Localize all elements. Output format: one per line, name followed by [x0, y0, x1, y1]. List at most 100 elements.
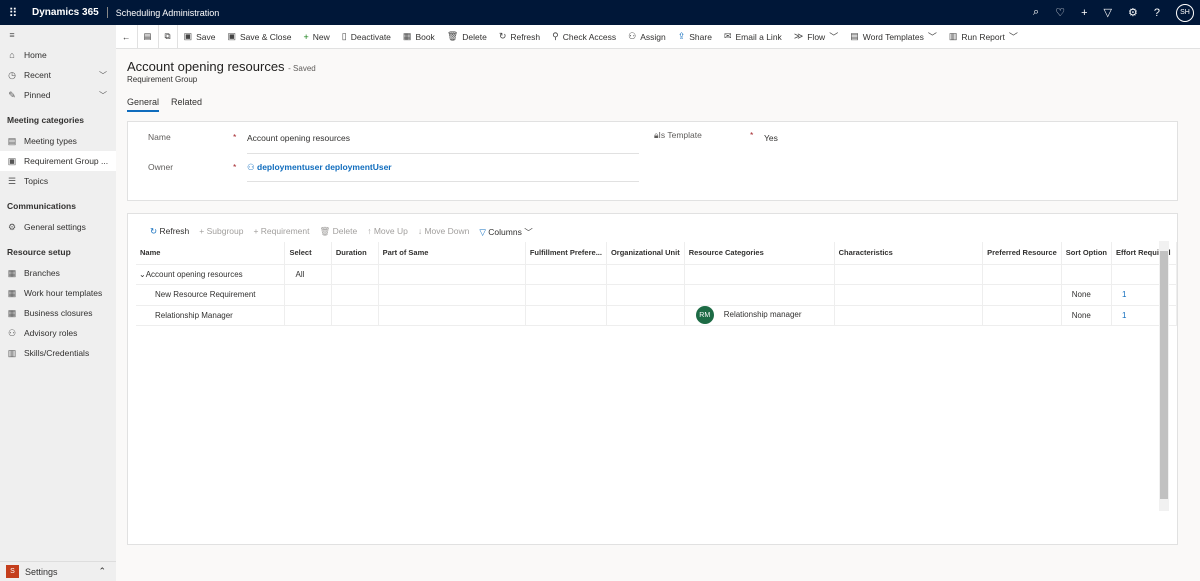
- sidebar-item-branches[interactable]: ▦ Branches: [0, 263, 116, 283]
- column-header[interactable]: Resource Categories: [684, 242, 835, 265]
- word-templates-button[interactable]: ▤ Word Templates ﹀: [844, 25, 943, 49]
- chevron-down-icon[interactable]: ﹀: [99, 70, 107, 81]
- app-launcher-icon[interactable]: ⠿: [0, 6, 26, 20]
- sidebar-item-pinned[interactable]: ✎ Pinned ﹀: [0, 85, 116, 105]
- owner-link[interactable]: deploymentuser deploymentUser: [257, 162, 392, 172]
- app-name[interactable]: Scheduling Administration: [108, 8, 220, 18]
- add-requirement-button[interactable]: + Requirement: [253, 226, 309, 238]
- plus-icon[interactable]: +: [1081, 7, 1087, 19]
- sort-option-cell[interactable]: None: [1061, 284, 1113, 306]
- grid-refresh-button[interactable]: ↻ Refresh: [150, 226, 189, 238]
- pin-icon: ✎: [8, 89, 16, 100]
- lightbulb-icon[interactable]: ♡: [1055, 6, 1065, 19]
- name-cell[interactable]: ⌄Account opening resources: [136, 264, 286, 285]
- sidebar-item-general-settings[interactable]: ⚙ General settings: [0, 217, 116, 237]
- flow-icon: ≫: [793, 31, 804, 41]
- label: Work hour templates: [24, 288, 103, 298]
- calendar-icon: ▦: [7, 307, 17, 318]
- column-header[interactable]: Name: [136, 242, 286, 265]
- required-marker: *: [233, 132, 237, 142]
- email-link-button[interactable]: ✉ Email a Link: [718, 25, 788, 49]
- sidebar-item-meeting-types[interactable]: ▤ Meeting types: [0, 131, 116, 151]
- grid-delete-button[interactable]: 🗑 Delete: [319, 226, 357, 238]
- column-header[interactable]: Preferred Resource: [982, 242, 1062, 265]
- flow-button[interactable]: ≫ Flow ﹀: [788, 25, 844, 49]
- column-header[interactable]: Select: [284, 242, 332, 265]
- move-down-button[interactable]: ↓ Move Down: [418, 226, 470, 238]
- columns-button[interactable]: ▽ Columns ﹀: [479, 226, 532, 238]
- avatar[interactable]: SH: [1176, 3, 1194, 22]
- book-button[interactable]: ▦ Book: [397, 25, 441, 49]
- sidebar-item-recent[interactable]: ◷ Recent ﹀: [0, 65, 116, 85]
- table-row[interactable]: New Resource Requirement None 1: [136, 284, 1177, 306]
- column-header[interactable]: Sort Option: [1061, 242, 1113, 265]
- chevron-down-icon[interactable]: ⌄: [139, 270, 146, 279]
- refresh-button[interactable]: ↻ Refresh: [493, 25, 546, 49]
- sort-option-cell[interactable]: None: [1061, 305, 1113, 326]
- brand[interactable]: Dynamics 365: [26, 7, 108, 18]
- open-new-window-button[interactable]: ⧉: [159, 24, 178, 49]
- hamburger-icon: ≡: [9, 30, 15, 40]
- help-icon[interactable]: ?: [1154, 7, 1160, 19]
- move-up-button[interactable]: ↑ Move Up: [367, 226, 408, 238]
- check-access-button[interactable]: ⚲ Check Access: [546, 25, 622, 49]
- share-icon: ⇪: [677, 31, 686, 41]
- tab-related[interactable]: Related: [171, 97, 202, 112]
- name-label: Name: [148, 132, 171, 142]
- word-icon: ▤: [850, 31, 859, 41]
- tab-general[interactable]: General: [127, 97, 160, 112]
- template-label-text: Is Template: [658, 130, 702, 140]
- owner-label: Owner: [148, 162, 174, 172]
- assign-button[interactable]: ⚇ Assign: [622, 25, 672, 49]
- label: General settings: [24, 222, 86, 232]
- general-section: Name * Account opening resources Owner *…: [127, 121, 1178, 201]
- name-cell[interactable]: Relationship Manager: [136, 305, 286, 326]
- column-header[interactable]: Organizational Unit: [606, 242, 685, 265]
- label: Save & Close: [240, 31, 292, 42]
- table-row[interactable]: ⌄Account opening resources All: [136, 264, 1177, 285]
- run-report-button[interactable]: ▥ Run Report ﹀: [943, 25, 1024, 49]
- scrollbar-thumb[interactable]: [1160, 251, 1168, 499]
- column-header[interactable]: Duration: [331, 242, 379, 265]
- new-button[interactable]: + New: [298, 25, 336, 49]
- label: Requirement: [260, 226, 310, 236]
- sidebar-item-topics[interactable]: ☰ Topics: [0, 171, 116, 191]
- clock-icon: ◷: [8, 69, 16, 80]
- column-header[interactable]: Characteristics: [834, 242, 984, 265]
- resource-category-cell[interactable]: RM Relationship manager: [684, 305, 835, 326]
- area-switcher[interactable]: S Settings ⌃: [0, 561, 116, 581]
- select-cell[interactable]: All: [284, 264, 332, 285]
- search-icon[interactable]: ⌕: [1033, 6, 1039, 19]
- gear-icon[interactable]: ⚙: [1128, 6, 1138, 19]
- sidebar-item-advisory-roles[interactable]: ⚇ Advisory roles: [0, 323, 116, 343]
- table-row[interactable]: Relationship Manager RM Relationship mana…: [136, 305, 1177, 326]
- save-close-button[interactable]: ▣ Save & Close: [222, 25, 298, 49]
- sidebar-item-business-closures[interactable]: ▦ Business closures: [0, 303, 116, 323]
- entity-name: Requirement Group: [127, 75, 198, 84]
- sidebar-item-home[interactable]: ⌂ Home: [0, 45, 116, 65]
- vertical-scrollbar[interactable]: [1159, 241, 1169, 511]
- owner-field[interactable]: ⚇ deploymentuser deploymentUser: [247, 162, 639, 182]
- sidebar-item-skills[interactable]: ▥ Skills/Credentials: [0, 343, 116, 363]
- name-field[interactable]: Account opening resources: [247, 133, 639, 154]
- sidebar-item-work-hour-templates[interactable]: ▦ Work hour templates: [0, 283, 116, 303]
- back-button[interactable]: ←: [116, 24, 138, 49]
- delete-button[interactable]: 🗑 Delete: [441, 25, 493, 49]
- sidebar-item-requirement-group[interactable]: ▣ Requirement Group ...: [0, 151, 116, 171]
- label: Refresh: [159, 226, 190, 236]
- label: Delete: [462, 31, 487, 42]
- save-button[interactable]: ▣ Save: [178, 25, 222, 49]
- column-header[interactable]: Fulfillment Prefere...: [525, 242, 607, 265]
- label: Home: [24, 50, 47, 60]
- name-cell[interactable]: New Resource Requirement: [136, 284, 286, 306]
- template-value[interactable]: Yes: [764, 133, 778, 143]
- share-button[interactable]: ⇪ Share: [672, 25, 718, 49]
- filter-icon[interactable]: ▽: [1104, 6, 1112, 19]
- hamburger-menu[interactable]: ≡: [0, 25, 116, 45]
- deactivate-button[interactable]: ▯ Deactivate: [336, 25, 397, 49]
- record-set-button[interactable]: ▤: [138, 24, 159, 49]
- column-header[interactable]: Part of Same: [378, 242, 526, 265]
- skills-icon: ▥: [7, 347, 17, 358]
- chevron-down-icon[interactable]: ﹀: [99, 90, 107, 101]
- add-subgroup-button[interactable]: + Subgroup: [199, 226, 243, 238]
